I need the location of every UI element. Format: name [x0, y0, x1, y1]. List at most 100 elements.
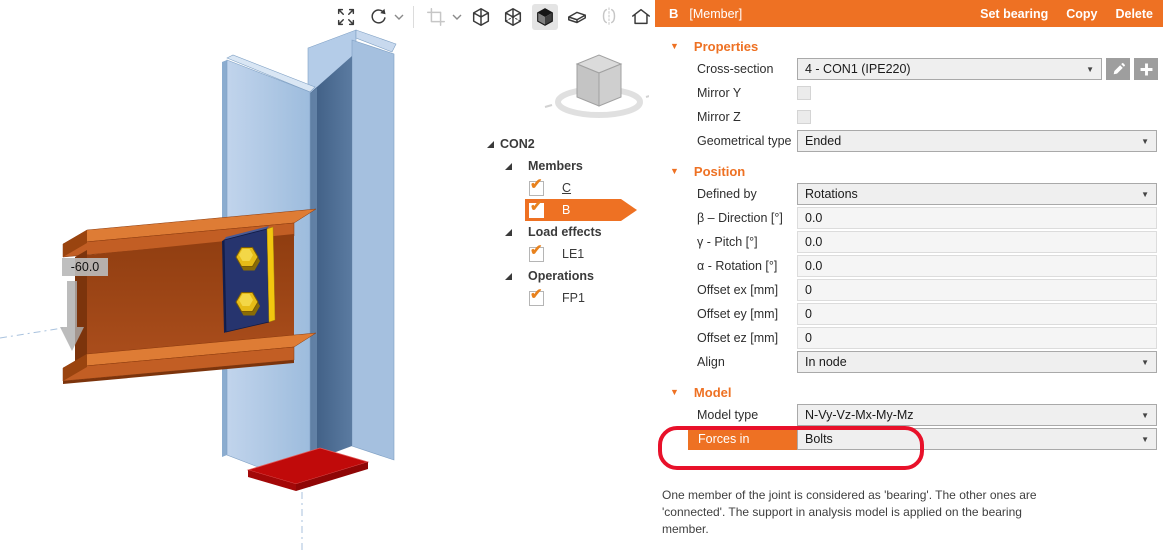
- row-model-type: Model type N-Vy-Vz-Mx-My-Mz ▼: [655, 404, 1163, 426]
- section-header-properties[interactable]: ▼ Properties: [670, 39, 1163, 54]
- set-bearing-button[interactable]: Set bearing: [980, 7, 1048, 21]
- check-icon: ✔: [530, 241, 543, 259]
- tree-checkbox-c[interactable]: ✔: [529, 176, 544, 196]
- section-title-label: Position: [693, 164, 746, 179]
- rotate-view-icon[interactable]: [365, 4, 391, 30]
- row-label-pitch: γ - Pitch [°]: [697, 235, 758, 249]
- hiddenline-cube-icon[interactable]: [500, 4, 526, 30]
- add-button[interactable]: [1134, 58, 1158, 80]
- rotation-input[interactable]: 0.0: [797, 255, 1157, 277]
- view-cube[interactable]: [544, 54, 649, 118]
- toolbar-divider: [413, 6, 414, 28]
- collapse-triangle-icon[interactable]: ▼: [670, 387, 679, 397]
- home-view-icon[interactable]: [628, 4, 654, 30]
- fin-plate[interactable]: [222, 226, 276, 333]
- dropdown-value: Ended: [805, 134, 842, 148]
- tree-expander-icon[interactable]: [504, 228, 513, 237]
- zoom-extents-icon[interactable]: [333, 4, 359, 30]
- chevron-down-icon[interactable]: [392, 14, 405, 21]
- tree-expander-icon[interactable]: [504, 162, 513, 171]
- check-icon: ✔: [530, 197, 543, 215]
- row-offset-ey-mm: Offset ey [mm] 0: [655, 303, 1163, 325]
- offset-ey-mm-input[interactable]: 0: [797, 303, 1157, 325]
- offset-ez-mm-input[interactable]: 0: [797, 327, 1157, 349]
- edit-button[interactable]: [1106, 58, 1130, 80]
- solid-cube-icon[interactable]: [532, 4, 558, 30]
- tree-item-fp1[interactable]: ✔ FP1: [480, 286, 655, 309]
- input-value: 0: [805, 307, 812, 321]
- cross-section-dropdown[interactable]: 4 - CON1 (IPE220) ▼: [797, 58, 1102, 80]
- model-type-dropdown[interactable]: N-Vy-Vz-Mx-My-Mz ▼: [797, 404, 1157, 426]
- pitch-input[interactable]: 0.0: [797, 231, 1157, 253]
- dropdown-caret-icon: ▼: [1086, 64, 1094, 74]
- dropdown-caret-icon: ▼: [1141, 357, 1149, 367]
- direction-input[interactable]: 0.0: [797, 207, 1157, 229]
- tree-item-c[interactable]: ✔ C: [480, 176, 655, 199]
- wireframe-cube-icon[interactable]: [468, 4, 494, 30]
- tree-label: C: [562, 181, 572, 195]
- panel-title: B: [669, 6, 679, 21]
- row-label-offset-ex-mm: Offset ex [mm]: [697, 283, 779, 297]
- forces-in-dropdown[interactable]: Bolts ▼: [797, 428, 1157, 450]
- tree-expander-icon[interactable]: [486, 140, 495, 149]
- row-label-mirror-z: Mirror Z: [697, 110, 741, 124]
- tree-label: Operations: [528, 269, 594, 283]
- collapse-triangle-icon[interactable]: ▼: [670, 41, 679, 51]
- tree-checkbox-fp1[interactable]: ✔: [529, 286, 544, 306]
- row-label-defined-by: Defined by: [697, 187, 757, 201]
- offset-ex-mm-input[interactable]: 0: [797, 279, 1157, 301]
- tree-node-con2[interactable]: CON2: [480, 133, 655, 155]
- tree-item-le1[interactable]: ✔ LE1: [480, 242, 655, 265]
- viewport-3d[interactable]: -60.0 CON2 Members ✔ C ✔ B Load effects ✔ LE1 Ope…: [0, 0, 650, 550]
- dropdown-caret-icon: ▼: [1141, 434, 1149, 444]
- row-label-forces-in: Forces in: [688, 428, 797, 450]
- panel-subtitle: [Member]: [689, 6, 743, 21]
- align-dropdown[interactable]: In node ▼: [797, 351, 1157, 373]
- collapse-triangle-icon[interactable]: ▼: [670, 166, 679, 176]
- beam-member-b[interactable]: [62, 208, 317, 384]
- tree-label: LE1: [562, 247, 585, 261]
- mirror-z-checkbox[interactable]: [797, 110, 811, 124]
- check-icon: ✔: [530, 285, 543, 303]
- section-view-icon[interactable]: [564, 4, 590, 30]
- dropdown-value: Rotations: [805, 187, 858, 201]
- tree-node-members[interactable]: Members: [480, 155, 655, 177]
- tree-node-load-effects[interactable]: Load effects: [480, 221, 655, 243]
- row-label-direction: β – Direction [°]: [697, 211, 783, 225]
- row-label-geometrical-type: Geometrical type: [697, 134, 792, 148]
- dropdown-value: In node: [805, 355, 847, 369]
- dropdown-caret-icon: ▼: [1141, 189, 1149, 199]
- tree-node-operations[interactable]: Operations: [480, 265, 655, 287]
- input-value: 0.0: [805, 259, 823, 273]
- row-offset-ez-mm: Offset ez [mm] 0: [655, 327, 1163, 349]
- section-header-model[interactable]: ▼ Model: [670, 385, 1163, 400]
- tree-selection-arrow: [621, 199, 637, 221]
- tree-label: FP1: [562, 291, 585, 305]
- row-rotation: α - Rotation [°] 0.0: [655, 255, 1163, 277]
- dropdown-caret-icon: ▼: [1141, 410, 1149, 420]
- row-forces-in: Forces in Bolts ▼: [655, 428, 1163, 450]
- bearing-description-text: One member of the joint is considered as…: [662, 488, 1037, 536]
- row-label-align: Align: [697, 355, 725, 369]
- tree-checkbox-le1[interactable]: ✔: [529, 242, 544, 262]
- viewport-toolbar: [330, 2, 657, 32]
- dropdown-caret-icon: ▼: [1141, 136, 1149, 146]
- section-header-position[interactable]: ▼ Position: [670, 164, 1163, 179]
- tree-expander-icon[interactable]: [504, 272, 513, 281]
- property-panel: B [Member] Set bearing Copy Delete ▼ Proper…: [655, 0, 1163, 550]
- chevron-down-icon[interactable]: [450, 14, 463, 21]
- row-offset-ex-mm: Offset ex [mm] 0: [655, 279, 1163, 301]
- dropdown-value: Bolts: [805, 432, 833, 446]
- tree-checkbox-b[interactable]: ✔: [529, 198, 544, 218]
- row-label-cross-section: Cross-section: [697, 62, 774, 76]
- geometrical-type-dropdown[interactable]: Ended ▼: [797, 130, 1157, 152]
- delete-button[interactable]: Delete: [1115, 7, 1153, 21]
- tree-item-b[interactable]: ✔ B: [480, 198, 655, 221]
- input-value: 0.0: [805, 235, 823, 249]
- mirror-y-checkbox[interactable]: [797, 86, 811, 100]
- mirror-view-icon: [596, 4, 622, 30]
- defined-by-dropdown[interactable]: Rotations ▼: [797, 183, 1157, 205]
- row-defined-by: Defined by Rotations ▼: [655, 183, 1163, 205]
- copy-button[interactable]: Copy: [1066, 7, 1097, 21]
- load-value-label: -60.0: [62, 258, 108, 276]
